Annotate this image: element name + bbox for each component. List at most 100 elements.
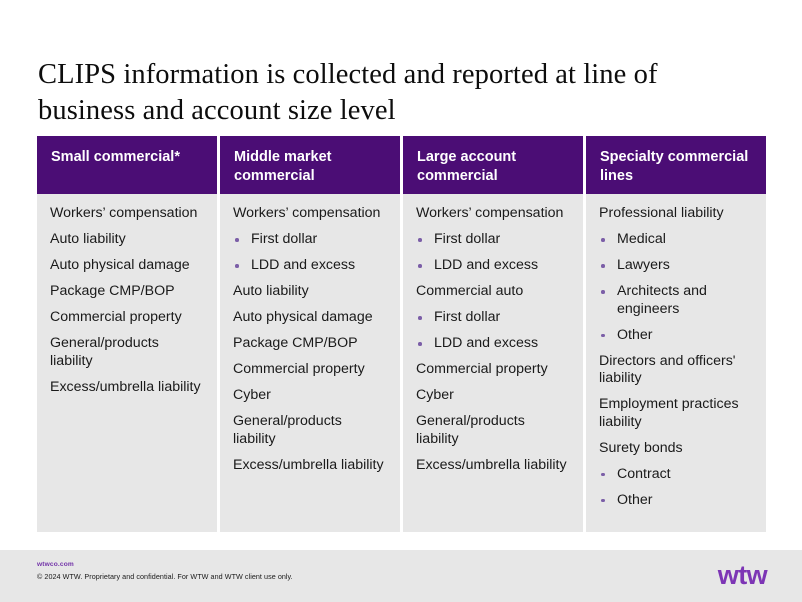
list-item: General/products liability <box>50 335 205 370</box>
list-item-label: Auto physical damage <box>233 309 373 325</box>
bullet-icon <box>235 264 239 268</box>
list-item: Excess/umbrella liability <box>50 379 205 397</box>
list-item-label: Employment practices liability <box>599 396 739 430</box>
list-item: Auto liability <box>233 283 388 301</box>
list-item-label: Auto physical damage <box>50 257 190 273</box>
footer-website-link[interactable]: wtwco.com <box>37 561 74 568</box>
list-item: Auto physical damage <box>233 309 388 327</box>
column-body: Workers’ compensation First dollar LDD and… <box>220 194 400 532</box>
list-item-label: Other <box>617 491 653 508</box>
list-item-label: Directors and officers' liability <box>599 352 736 387</box>
list-item-label: Workers’ compensation <box>416 205 564 221</box>
list-item-label: Cyber <box>233 387 271 403</box>
list-item-label: Contract <box>617 465 671 482</box>
list-item: Workers’ compensation <box>50 205 205 223</box>
table-column: Small commercial* Workers’ compensation Au… <box>37 136 217 532</box>
list-item: Excess/umbrella liability <box>233 457 388 475</box>
list-item-label: Professional liability <box>599 205 724 221</box>
list-item: Directors and officers' liability <box>599 353 754 388</box>
bullet-icon <box>601 472 605 476</box>
list-item-sub: Lawyers <box>599 257 754 275</box>
list-item: Package CMP/BOP <box>233 335 388 353</box>
list-item: Workers’ compensation <box>416 205 571 223</box>
list-item: General/products liability <box>233 413 388 448</box>
list-item: Professional liability <box>599 205 754 223</box>
list-item: Package CMP/BOP <box>50 283 205 301</box>
list-item-label: Workers’ compensation <box>233 205 381 221</box>
list-item-label: Excess/umbrella liability <box>50 378 201 395</box>
page-title: CLIPS information is collected and repor… <box>38 59 658 127</box>
list-item-label: Package CMP/BOP <box>50 283 175 299</box>
list-item-sub: First dollar <box>233 231 388 249</box>
bullet-icon <box>418 342 422 346</box>
bullet-icon <box>601 290 605 294</box>
list-item: Commercial property <box>50 309 205 327</box>
list-item: Commercial property <box>416 361 571 379</box>
list-item-label: Other <box>617 326 653 343</box>
list-item-label: Commercial property <box>50 309 182 325</box>
list-item-label: First dollar <box>251 231 318 247</box>
list-item-label: General/products liability <box>233 413 342 447</box>
list-item-label: LDD and excess <box>251 257 356 273</box>
table-column: Specialty commercial lines Professional l… <box>586 136 766 532</box>
list-item-label: LDD and excess <box>434 335 539 351</box>
column-body: Workers’ compensation Auto liability Auto … <box>37 194 217 532</box>
list-item: Auto liability <box>50 231 205 249</box>
list-item-label: Commercial property <box>416 361 548 377</box>
column-header: Specialty commercial lines <box>586 136 766 194</box>
list-item-label: Architects and engineers <box>617 283 707 317</box>
list-item-sub: First dollar <box>416 309 571 327</box>
table-column: Middle market commercial Workers’ compens… <box>220 136 400 532</box>
column-body: Workers’ compensation First dollar LDD and… <box>403 194 583 532</box>
list-item: Employment practices liability <box>599 396 754 431</box>
coverage-list: Workers’ compensation First dollar LDD and… <box>233 205 388 474</box>
list-item-label: Excess/umbrella liability <box>233 456 384 473</box>
list-item-sub: First dollar <box>416 231 571 249</box>
slide-canvas: CLIPS information is collected and repor… <box>0 0 802 602</box>
column-body: Professional liability Medical Lawyers Arch… <box>586 194 766 532</box>
list-item-label: Commercial auto <box>416 283 524 299</box>
list-item: Workers’ compensation <box>233 205 388 223</box>
list-item-sub: LDD and excess <box>416 257 571 275</box>
list-item-label: LDD and excess <box>434 257 539 273</box>
list-item-sub: Medical <box>599 231 754 249</box>
list-item-sub: LDD and excess <box>416 335 571 353</box>
bullet-icon <box>601 498 605 502</box>
list-item-label: First dollar <box>434 231 501 247</box>
list-item-sub: Other <box>599 327 754 345</box>
list-item-sub: Architects and engineers <box>599 283 754 318</box>
bullet-icon <box>235 238 239 242</box>
bullet-icon <box>601 264 605 268</box>
list-item-label: General/products liability <box>50 335 159 369</box>
list-item: Auto physical damage <box>50 257 205 275</box>
list-item-sub: Other <box>599 492 754 510</box>
column-header: Small commercial* <box>37 136 217 194</box>
list-item-label: Package CMP/BOP <box>233 335 358 351</box>
list-item-label: Commercial property <box>233 361 365 377</box>
bullet-icon <box>601 333 605 337</box>
list-item-label: Medical <box>617 231 666 247</box>
bullet-icon <box>418 238 422 242</box>
coverage-list: Workers’ compensation First dollar LDD and… <box>416 205 571 474</box>
column-header: Middle market commercial <box>220 136 400 194</box>
list-item-sub: Contract <box>599 466 754 484</box>
list-item: Commercial property <box>233 361 388 379</box>
list-item-label: Auto liability <box>50 231 126 247</box>
comparison-table: Small commercial* Workers’ compensation Au… <box>37 136 766 532</box>
coverage-list: Professional liability Medical Lawyers Arch… <box>599 205 754 509</box>
bullet-icon <box>418 316 422 320</box>
bullet-icon <box>601 238 605 242</box>
list-item-label: Cyber <box>416 387 454 403</box>
list-item-sub: LDD and excess <box>233 257 388 275</box>
list-item: General/products liability <box>416 413 571 448</box>
list-item-label: First dollar <box>434 309 501 325</box>
list-item: Surety bonds <box>599 440 754 458</box>
wtw-logo: wtw <box>717 560 768 590</box>
list-item-label: Auto liability <box>233 283 309 299</box>
list-item: Excess/umbrella liability <box>416 457 571 475</box>
list-item-label: Surety bonds <box>599 439 683 456</box>
list-item-label: General/products liability <box>416 413 525 447</box>
table-column: Large account commercial Workers’ compens… <box>403 136 583 532</box>
list-item-label: Lawyers <box>617 257 670 273</box>
coverage-list: Workers’ compensation Auto liability Auto … <box>50 205 205 396</box>
